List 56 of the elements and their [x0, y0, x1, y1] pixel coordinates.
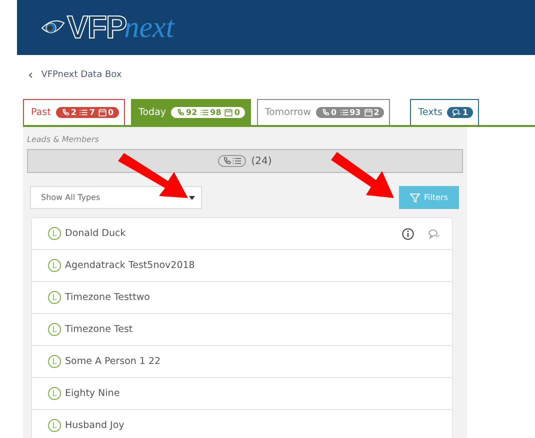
- lead-name: Eighty Nine: [65, 388, 121, 399]
- lead-badge: L: [48, 227, 61, 240]
- filter-icon: [410, 192, 420, 202]
- annotation-arrow: [118, 153, 188, 198]
- eye-icon: [41, 18, 65, 36]
- list-icon: [79, 108, 88, 117]
- count-value: 93: [350, 108, 361, 117]
- day-tab[interactable]: Past 2 7 0: [23, 99, 125, 125]
- lead-badge: L: [48, 259, 61, 272]
- lead-badge: L: [48, 291, 61, 304]
- chat-icon: [452, 108, 462, 117]
- lead-name: Some A Person 1 22: [65, 356, 162, 367]
- lead-row[interactable]: L Timezone Testtwo: [32, 282, 452, 314]
- lead-badge: L: [48, 355, 61, 368]
- phone-icon: [60, 108, 70, 117]
- phone-icon: [320, 108, 330, 117]
- lead-badge: L: [48, 323, 61, 336]
- logo-text: VFP: [67, 9, 126, 46]
- lead-name: Husband Joy: [65, 420, 126, 431]
- lead-badge: L: [48, 387, 61, 400]
- list-icon: [200, 108, 210, 117]
- list-icon: [340, 108, 349, 117]
- back-chevron[interactable]: ‹: [28, 68, 34, 82]
- count-value: 98: [210, 108, 222, 117]
- count-value: 0: [330, 108, 337, 117]
- phone-icon: [176, 108, 186, 117]
- count-value: 2: [374, 108, 380, 117]
- phone-list-icon: [218, 155, 246, 167]
- annotation-arrow: [331, 152, 394, 198]
- day-tab[interactable]: Texts 1: [410, 99, 480, 125]
- caret-icon: [189, 196, 195, 200]
- lead-badge: L: [48, 419, 61, 432]
- section-title: Leads & Members: [27, 135, 100, 146]
- count-value: 1: [462, 108, 468, 117]
- count-value: 7: [89, 108, 95, 117]
- count-value: 0: [234, 108, 240, 117]
- info-icon[interactable]: [402, 228, 414, 240]
- type-dropdown[interactable]: Show All Types: [30, 186, 202, 209]
- lead-row[interactable]: L Donald Duck: [32, 218, 452, 250]
- calendar-icon: [364, 108, 373, 117]
- lead-name: Donald Duck: [65, 228, 127, 239]
- calendar-icon: [98, 108, 107, 117]
- breadcrumb-link[interactable]: VFPnext Data Box: [41, 70, 122, 80]
- calendar-icon: [224, 108, 234, 117]
- lead-row[interactable]: L Eighty Nine: [32, 378, 452, 410]
- lead-name: Timezone Testtwo: [65, 292, 151, 303]
- count-value: 2: [70, 108, 76, 117]
- lead-row[interactable]: L Husband Joy: [32, 410, 452, 438]
- lead-name: Timezone Test: [65, 324, 134, 335]
- lead-name: Agendatrack Test5nov2018: [65, 260, 196, 271]
- lead-row[interactable]: L Some A Person 1 22: [32, 346, 452, 378]
- count-value: 0: [108, 108, 114, 117]
- lead-row[interactable]: L Agendatrack Test5nov2018: [32, 250, 452, 282]
- lead-row[interactable]: L Timezone Test: [32, 314, 452, 346]
- count-value: 92: [186, 108, 198, 117]
- lead-count: (24): [251, 156, 272, 166]
